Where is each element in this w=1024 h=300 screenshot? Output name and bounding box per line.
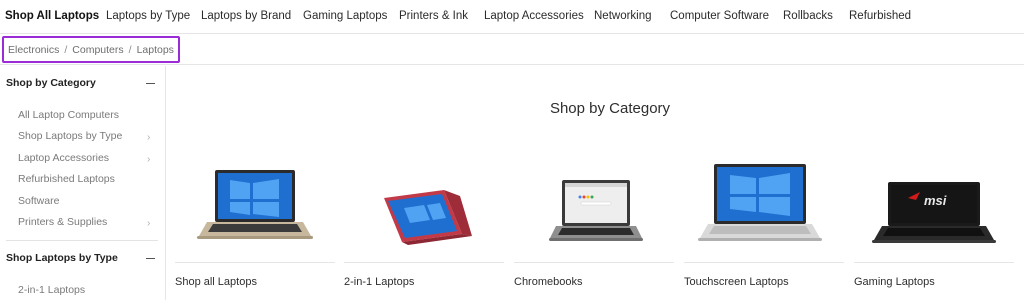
breadcrumb-computers[interactable]: Computers — [72, 44, 123, 56]
sidebar-item-label: Shop Laptops by Type — [18, 130, 123, 142]
laptop-silver-windows-image — [197, 170, 313, 239]
category-label: 2-in-1 Laptops — [344, 276, 415, 288]
msi-logo-text: msi — [924, 193, 947, 208]
sidebar: Shop by Category All Laptop Computers Sh… — [0, 66, 166, 300]
sidebar-item-printers-supplies[interactable]: Printers & Supplies › — [18, 216, 158, 232]
category-divider — [514, 262, 674, 263]
nav-laptops-by-brand[interactable]: Laptops by Brand — [201, 10, 291, 22]
laptop-touchscreen-silver-image — [698, 164, 822, 241]
sidebar-item-label: Laptop Accessories — [18, 152, 110, 164]
sidebar-divider — [6, 240, 158, 241]
sidebar-section-title: Shop by Category — [6, 77, 96, 89]
nav-laptops-by-type[interactable]: Laptops by Type — [106, 10, 190, 22]
nav-refurbished[interactable]: Refurbished — [849, 10, 911, 22]
sidebar-item-label: Refurbished Laptops — [18, 173, 115, 185]
breadcrumb-electronics[interactable]: Electronics — [8, 44, 59, 56]
category-divider — [175, 262, 335, 263]
chevron-right-icon: › — [147, 132, 151, 143]
nav-networking[interactable]: Networking — [594, 10, 652, 22]
category-divider — [854, 262, 1014, 263]
category-divider — [344, 262, 504, 263]
sidebar-item-label: Printers & Supplies — [18, 216, 108, 228]
breadcrumb: Electronics / Computers / Laptops — [2, 36, 180, 63]
nav-gaming-laptops[interactable]: Gaming Laptops — [303, 10, 387, 22]
chevron-right-icon: › — [147, 154, 151, 165]
nav-laptop-accessories[interactable]: Laptop Accessories — [484, 10, 584, 22]
breadcrumb-laptops[interactable]: Laptops — [137, 44, 174, 56]
chevron-right-icon: › — [147, 218, 151, 229]
category-card-touchscreen-laptops[interactable]: Touchscreen Laptops — [684, 150, 844, 295]
category-label: Gaming Laptops — [854, 276, 935, 288]
page-title: Shop by Category — [549, 100, 671, 117]
sidebar-section-header-shop-laptops-by-type[interactable]: Shop Laptops by Type — [0, 249, 166, 269]
nav-computer-software[interactable]: Computer Software — [670, 10, 769, 22]
minus-icon — [146, 258, 155, 260]
nav-rollbacks[interactable]: Rollbacks — [783, 10, 833, 22]
sidebar-item-all-laptop-computers[interactable]: All Laptop Computers — [18, 109, 158, 125]
sidebar-item-laptop-accessories[interactable]: Laptop Accessories › — [18, 152, 158, 168]
chromebook-gray-image — [549, 180, 643, 241]
category-card-shop-all-laptops[interactable]: Shop all Laptops — [175, 150, 335, 295]
nav-printers-ink[interactable]: Printers & Ink — [399, 10, 468, 22]
category-label: Shop all Laptops — [175, 276, 257, 288]
sidebar-item-shop-laptops-by-type[interactable]: Shop Laptops by Type › — [18, 130, 158, 146]
sidebar-item-label: All Laptop Computers — [18, 109, 119, 121]
laptop-red-2in1-image — [384, 190, 472, 245]
breadcrumb-separator: / — [128, 43, 132, 56]
breadcrumb-separator: / — [64, 43, 68, 56]
minus-icon — [146, 83, 155, 85]
top-navigation: Shop All Laptops Laptops by Type Laptops… — [0, 0, 1024, 34]
sidebar-section-header-shop-by-category[interactable]: Shop by Category — [0, 74, 166, 94]
sidebar-item-software[interactable]: Software — [18, 195, 158, 211]
sidebar-item-refurbished-laptops[interactable]: Refurbished Laptops — [18, 173, 158, 189]
nav-shop-all-laptops[interactable]: Shop All Laptops — [5, 10, 99, 22]
category-card-gaming-laptops[interactable]: msi Gaming Laptops — [854, 150, 1014, 295]
sidebar-item-2-in-1-laptops[interactable]: 2-in-1 Laptops — [18, 284, 158, 300]
category-card-chromebooks[interactable]: Chromebooks — [514, 150, 674, 295]
sidebar-item-label: Software — [18, 195, 60, 207]
category-label: Chromebooks — [514, 276, 583, 288]
laptop-gaming-msi-image: msi — [872, 182, 996, 243]
sidebar-item-label: 2-in-1 Laptops — [18, 284, 86, 296]
sidebar-section-title: Shop Laptops by Type — [6, 252, 118, 264]
category-card-2-in-1-laptops[interactable]: 2-in-1 Laptops — [344, 150, 504, 295]
category-label: Touchscreen Laptops — [684, 276, 789, 288]
breadcrumb-row: Electronics / Computers / Laptops — [0, 35, 1024, 65]
category-divider — [684, 262, 844, 263]
